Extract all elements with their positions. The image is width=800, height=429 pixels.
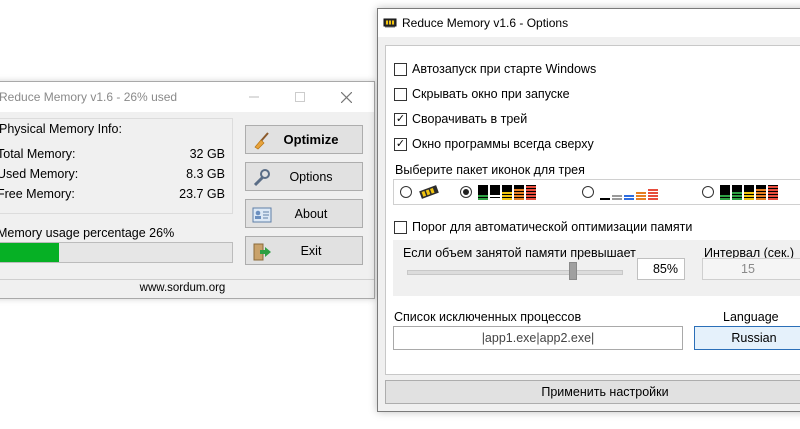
pack3-bar xyxy=(648,185,658,200)
free-memory-label: Free Memory: xyxy=(0,187,75,201)
pack4-bar xyxy=(756,185,766,200)
minimize-to-tray-label: Сворачивать в трей xyxy=(412,112,528,126)
pack4-bar xyxy=(732,185,742,200)
pack3-bar xyxy=(624,185,634,200)
main-window-title: Reduce Memory v1.6 - 26% used xyxy=(0,90,178,104)
used-memory-value: 8.3 GB xyxy=(186,167,225,181)
optimize-button[interactable]: Optimize xyxy=(245,125,363,154)
progress-fill xyxy=(0,243,59,262)
icon-pack-radio-3[interactable] xyxy=(582,186,594,198)
hide-on-start-checkbox[interactable]: Скрывать окно при запуске xyxy=(394,87,570,101)
auto-optimize-checkbox[interactable]: Порог для автоматической оптимизации пам… xyxy=(394,220,692,234)
pack3-bar xyxy=(636,185,646,200)
minimize-icon[interactable] xyxy=(231,82,277,112)
threshold-section: Если объем занятой памяти превышает 85% … xyxy=(393,240,800,296)
memory-chip-pack-icon xyxy=(418,184,440,203)
language-label: Language xyxy=(723,310,779,324)
main-titlebar[interactable]: Reduce Memory v1.6 - 26% used xyxy=(0,82,374,112)
autostart-checkbox[interactable]: Автозапуск при старте Windows xyxy=(394,62,596,76)
autostart-check-box[interactable] xyxy=(394,62,407,76)
total-memory-row: Total Memory: 32 GB xyxy=(0,147,225,161)
threshold-value: 85% xyxy=(637,258,685,280)
auto-optimize-check-box[interactable] xyxy=(394,220,407,234)
icon-pack-white-bars xyxy=(600,185,658,200)
always-on-top-checkbox[interactable]: ✓ Окно программы всегда сверху xyxy=(394,137,594,151)
pack3-bar xyxy=(612,185,622,200)
auto-optimize-label: Порог для автоматической оптимизации пам… xyxy=(412,220,693,234)
options-button[interactable]: Options xyxy=(245,162,363,191)
hide-on-start-label: Скрывать окно при запуске xyxy=(412,87,570,101)
usage-percentage-label: Memory usage percentage 26% xyxy=(0,226,175,240)
always-on-top-check-box[interactable]: ✓ xyxy=(394,137,407,151)
icon-pack-radio-1[interactable] xyxy=(400,186,412,198)
options-titlebar[interactable]: Reduce Memory v1.6 - Options xyxy=(378,9,800,37)
pack2-bar xyxy=(478,185,488,200)
icon-pack-selector xyxy=(393,179,800,205)
options-window: Reduce Memory v1.6 - Options Автозапуск … xyxy=(377,8,800,412)
excluded-processes-input[interactable]: |app1.exe|app2.exe| xyxy=(393,326,683,350)
exit-button[interactable]: Exit xyxy=(245,236,363,265)
pack2-bar xyxy=(526,185,536,200)
used-memory-row: Used Memory: 8.3 GB xyxy=(0,167,225,181)
main-window: Reduce Memory v1.6 - 26% used Physical M… xyxy=(0,81,375,299)
excluded-processes-label: Список исключенных процессов xyxy=(394,310,582,324)
icon-pack-radio-4[interactable] xyxy=(702,186,714,198)
threshold-slider-thumb[interactable] xyxy=(569,262,577,280)
close-icon[interactable] xyxy=(323,82,369,112)
memory-chip-icon xyxy=(383,17,397,31)
pack2-bar xyxy=(514,185,524,200)
wrench-icon xyxy=(252,169,272,187)
contact-card-icon xyxy=(252,206,272,224)
hide-on-start-check-box[interactable] xyxy=(394,87,407,101)
interval-select[interactable]: 15 xyxy=(702,258,800,280)
broom-icon xyxy=(252,132,272,150)
status-bar: www.sordum.org xyxy=(0,279,374,298)
icon-pack-dark-bars xyxy=(720,185,778,200)
free-memory-row: Free Memory: 23.7 GB xyxy=(0,187,225,201)
pack4-bar xyxy=(720,185,730,200)
pack3-bar xyxy=(600,185,610,200)
always-on-top-label: Окно программы всегда сверху xyxy=(412,137,594,151)
minimize-to-tray-checkbox[interactable]: ✓ Сворачивать в трей xyxy=(394,112,527,126)
pack4-bar xyxy=(768,185,778,200)
used-memory-label: Used Memory: xyxy=(0,167,79,181)
pack4-bar xyxy=(744,185,754,200)
total-memory-label: Total Memory: xyxy=(0,147,76,161)
interval-value: 15 xyxy=(741,262,755,276)
icon-pack-label: Выберите пакет иконок для трея xyxy=(395,163,585,177)
exit-door-icon xyxy=(252,243,272,261)
about-button[interactable]: About xyxy=(245,199,363,228)
memory-usage-progress xyxy=(0,242,233,263)
minimize-to-tray-check-box[interactable]: ✓ xyxy=(394,112,407,126)
free-memory-value: 23.7 GB xyxy=(179,187,225,201)
threshold-slider-track[interactable] xyxy=(407,270,623,275)
total-memory-value: 32 GB xyxy=(189,147,225,161)
language-button[interactable]: Russian xyxy=(694,326,800,350)
icon-pack-radio-2[interactable] xyxy=(460,186,472,198)
pack2-bar xyxy=(502,185,512,200)
threshold-label: Если объем занятой памяти превышает xyxy=(403,246,636,260)
options-window-title: Reduce Memory v1.6 - Options xyxy=(402,16,569,30)
autostart-label: Автозапуск при старте Windows xyxy=(412,62,597,76)
memory-info-title: Physical Memory Info: xyxy=(0,122,124,136)
website-link[interactable]: www.sordum.org xyxy=(140,282,226,294)
pack2-bar xyxy=(490,185,500,200)
maximize-icon[interactable] xyxy=(277,82,323,112)
apply-settings-button[interactable]: Применить настройки xyxy=(385,380,800,404)
icon-pack-black-bars xyxy=(478,185,536,200)
